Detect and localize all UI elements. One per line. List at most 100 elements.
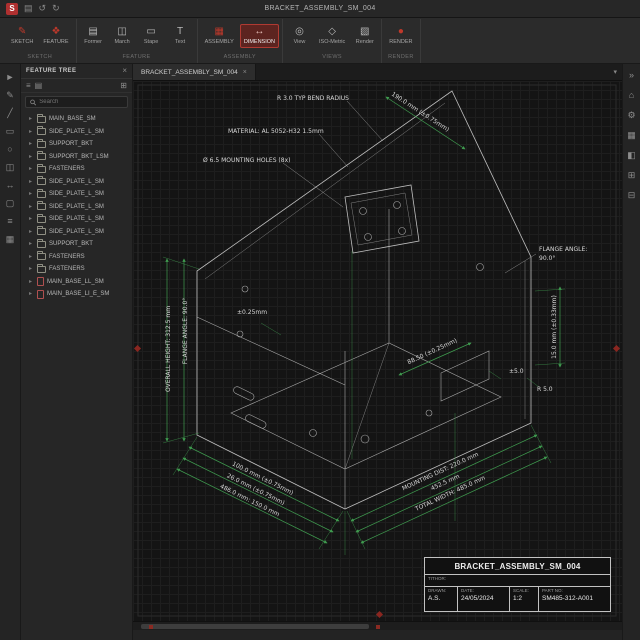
title-block: BRACKET_ASSEMBLY_SM_004 TITHOR: DRAWN: A… xyxy=(424,557,611,612)
ribbon-button-feature[interactable]: ❖ FEATURE xyxy=(39,24,72,48)
pencil-tool-icon[interactable]: ✎ xyxy=(6,91,14,100)
chevron-right-icon[interactable]: ▸ xyxy=(29,191,34,197)
tree-item[interactable]: ▸ MAIN_BASE_LL_SM xyxy=(21,276,132,289)
titlebar: S ▤ ↺ ↻ BRACKET_ASSEMBLY_SM_004 xyxy=(0,0,640,18)
tree-item[interactable]: ▸ SIDE_PLATE_L_SM xyxy=(21,226,132,239)
status-bar xyxy=(133,630,622,640)
tab-overflow-chevron-icon[interactable]: ▾ xyxy=(613,69,617,76)
tree-item-label: FASTENERS xyxy=(49,166,85,173)
tree-item[interactable]: ▸ FASTENERS xyxy=(21,263,132,276)
tree-item[interactable]: ▸ MAIN_BASE_LI_E_SM xyxy=(21,288,132,301)
tree-item-label: SUPPORT_BKT xyxy=(49,241,93,248)
rectangle-tool-icon[interactable]: ▭ xyxy=(6,127,15,136)
menu-icon[interactable]: ▤ xyxy=(24,4,33,13)
render-icon: ▧ xyxy=(360,25,370,37)
ribbon-button-iso-metric[interactable]: ◇ ISO-Metric xyxy=(315,24,349,48)
chevron-right-icon[interactable]: ▸ xyxy=(29,254,34,260)
zoom-out-icon[interactable]: ⊟ xyxy=(628,191,636,200)
file-icon xyxy=(37,289,44,299)
title-block-author-row: TITHOR: xyxy=(425,575,610,587)
tree-expand-icon[interactable]: ⊞ xyxy=(120,81,127,90)
callout-material: MATERIAL: AL 5052-H32 1.5mm xyxy=(228,128,324,135)
tree-item[interactable]: ▸ FASTENERS xyxy=(21,251,132,264)
ribbon-button-render[interactable]: ● RENDER xyxy=(385,24,416,48)
tree-item[interactable]: ▸ SUPPORT_BKT_LSM xyxy=(21,151,132,164)
line-tool-icon[interactable]: ╱ xyxy=(7,109,12,118)
tree-item[interactable]: ▸ SIDE_PLATE_L_SM xyxy=(21,176,132,189)
chevron-right-icon[interactable]: ▸ xyxy=(29,129,34,135)
home-view-icon[interactable]: ⌂ xyxy=(629,91,634,100)
tree-item[interactable]: ▸ MAIN_BASE_SM xyxy=(21,113,132,126)
tree-item[interactable]: ▸ SIDE_PLATE_L_SM xyxy=(21,126,132,139)
zoom-in-icon[interactable]: ⊞ xyxy=(628,171,636,180)
left-tool-strip: ► ✎ ╱ ▭ ○ ◫ ↔ ▢ ≡ ▦ xyxy=(0,64,21,640)
view-grid-icon[interactable]: ▦ xyxy=(627,131,636,140)
search-input[interactable] xyxy=(39,99,123,105)
tree-list-icon[interactable]: ≡ xyxy=(26,81,31,90)
part-no-label: PART NO: xyxy=(542,588,563,593)
chevron-right-icon[interactable]: ▸ xyxy=(29,204,34,210)
undo-icon[interactable]: ↺ xyxy=(39,4,47,13)
redo-icon[interactable]: ↻ xyxy=(52,4,60,13)
layers-tool-icon[interactable]: ≡ xyxy=(7,217,12,226)
split-view-icon[interactable]: ◧ xyxy=(627,151,636,160)
tab-bracket-assembly[interactable]: BRACKET_ASSEMBLY_SM_004 × xyxy=(133,64,256,80)
dimension-tool-icon[interactable]: ↔ xyxy=(6,181,15,190)
chevron-right-icon[interactable]: ▸ xyxy=(29,291,34,297)
note-tool-icon[interactable]: ▢ xyxy=(6,199,15,208)
ribbon-button-former[interactable]: ▤ Former xyxy=(80,24,107,48)
tree-item[interactable]: ▸ SIDE_PLATE_L_SM xyxy=(21,201,132,214)
app-logo-icon[interactable]: S xyxy=(6,2,18,15)
ribbon-group-views: ◎ View ◇ ISO-Metric ▧ Render VIEWS xyxy=(283,19,383,63)
mirror-tool-icon[interactable]: ◫ xyxy=(6,163,15,172)
tree-detail-icon[interactable]: ▤ xyxy=(35,81,43,90)
chevron-right-icon[interactable]: ▸ xyxy=(29,166,34,172)
tree-item[interactable]: ▸ SUPPORT_BKT xyxy=(21,238,132,251)
scale-label: SCALE: xyxy=(513,588,530,593)
ribbon-group-label: ASSEMBLY xyxy=(223,54,257,60)
drawn-value: A.S. xyxy=(428,595,441,602)
search-box[interactable] xyxy=(25,96,128,108)
chevron-right-icon[interactable]: ▸ xyxy=(29,216,34,222)
tree-item[interactable]: ▸ SUPPORT_BKT xyxy=(21,138,132,151)
chevron-right-icon[interactable]: ▸ xyxy=(29,279,34,285)
tree-item-label: SIDE_PLATE_L_SM xyxy=(49,203,104,210)
chevron-right-icon[interactable]: ▸ xyxy=(29,241,34,247)
dim-tolerance-center: ±0.25mm xyxy=(237,309,267,316)
settings-gear-icon[interactable]: ⚙ xyxy=(627,111,635,120)
ribbon-button-render-view[interactable]: ▧ Render xyxy=(351,24,378,48)
ribbon-button-assembly[interactable]: ▦ ASSEMBLY xyxy=(201,24,238,48)
ribbon-button-stape[interactable]: ▭ Stape xyxy=(138,24,165,48)
folder-icon xyxy=(37,188,46,198)
chevron-right-icon[interactable]: ▸ xyxy=(29,229,34,235)
tree-item[interactable]: ▸ SIDE_PLATE_L_SM xyxy=(21,188,132,201)
close-icon[interactable]: × xyxy=(122,67,127,75)
tree-item-label: MAIN_BASE_SM xyxy=(49,116,96,123)
chevron-right-icon[interactable]: ▸ xyxy=(29,266,34,272)
ribbon-button-dimension[interactable]: ↔ DIMENSION xyxy=(239,23,279,48)
select-tool-icon[interactable]: ► xyxy=(6,73,15,82)
expand-panel-icon[interactable]: » xyxy=(629,71,634,80)
chevron-right-icon[interactable]: ▸ xyxy=(29,179,34,185)
title-block-drawn-cell: DRAWN: A.S. xyxy=(425,587,458,611)
chevron-right-icon[interactable]: ▸ xyxy=(29,154,34,160)
text-tool-icon: T xyxy=(177,25,184,37)
scrollbar-thumb[interactable] xyxy=(141,624,369,629)
chevron-right-icon[interactable]: ▸ xyxy=(29,116,34,122)
chevron-right-icon[interactable]: ▸ xyxy=(29,141,34,147)
tab-close-icon[interactable]: × xyxy=(243,69,247,76)
ribbon-button-sketch[interactable]: ✎ SKETCH xyxy=(7,24,37,48)
circle-tool-icon[interactable]: ○ xyxy=(7,145,12,154)
ribbon-group-render: ● RENDER RENDER xyxy=(382,19,421,63)
tree-item[interactable]: ▸ SIDE_PLATE_L_SM xyxy=(21,213,132,226)
date-value: 24/05/2024 xyxy=(461,595,494,602)
ribbon-button-march[interactable]: ◫ March xyxy=(109,24,136,48)
ribbon-button-text[interactable]: T Text xyxy=(167,24,194,48)
tree-item[interactable]: ▸ FASTENERS xyxy=(21,163,132,176)
ribbon-button-view[interactable]: ◎ View xyxy=(286,24,313,48)
view-icon: ◎ xyxy=(295,25,304,37)
drawing-canvas[interactable]: R 3.0 TYP BEND RADIUS MATERIAL: AL 5052-… xyxy=(133,81,622,621)
shapes-icon: ▤ xyxy=(88,25,98,37)
horizontal-scrollbar[interactable] xyxy=(133,621,622,630)
grid-tool-icon[interactable]: ▦ xyxy=(6,235,15,244)
